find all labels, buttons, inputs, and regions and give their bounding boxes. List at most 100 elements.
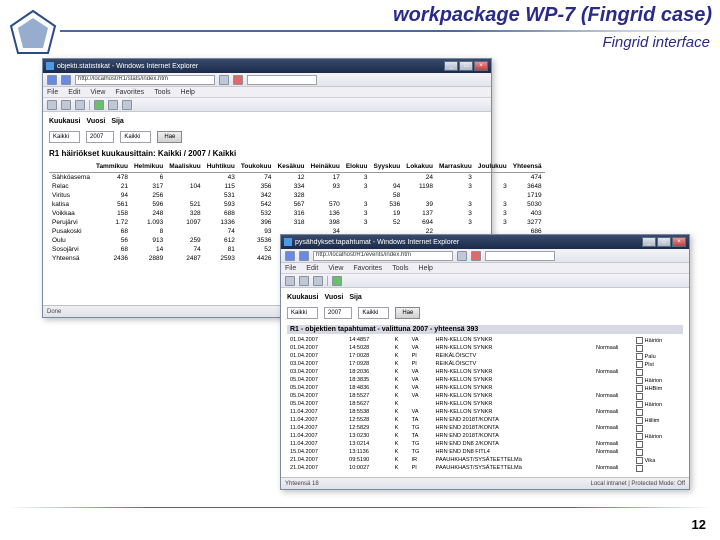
browser-window-2: pysähdykset.tapahtumat - Windows Interne… bbox=[280, 234, 690, 490]
address-input[interactable]: http://localhost/R1/events/index.htm bbox=[313, 251, 453, 261]
back-icon[interactable] bbox=[285, 251, 295, 261]
checkbox-icon[interactable] bbox=[636, 377, 643, 384]
checkbox-icon[interactable] bbox=[636, 441, 643, 448]
close-button[interactable]: × bbox=[474, 61, 488, 71]
event-row: 21.04.200710:0027KPIPAAUHKHAST/SYSÄTEETT… bbox=[287, 464, 683, 472]
checkbox-icon[interactable] bbox=[636, 449, 643, 456]
search-button[interactable]: Hae bbox=[157, 131, 182, 143]
search-button[interactable]: Hae bbox=[395, 307, 420, 319]
print-icon[interactable] bbox=[313, 276, 323, 286]
cell: 8 bbox=[131, 227, 166, 236]
menu-view[interactable]: View bbox=[328, 265, 343, 272]
cell: Sosojärvi bbox=[49, 245, 93, 254]
report-title: R1 häiriökset kuukausittain: Kaikki / 20… bbox=[49, 149, 485, 158]
maximize-button[interactable]: □ bbox=[657, 237, 671, 247]
cell: 248 bbox=[131, 209, 166, 218]
search-input[interactable] bbox=[485, 251, 555, 261]
menu-favorites[interactable]: Favorites bbox=[115, 89, 144, 96]
cell: 52 bbox=[238, 245, 275, 254]
forward-icon[interactable] bbox=[61, 75, 71, 85]
menu-help[interactable]: Help bbox=[181, 89, 195, 96]
tools-icon[interactable] bbox=[122, 100, 132, 110]
minimize-button[interactable]: _ bbox=[642, 237, 656, 247]
menu-file[interactable]: File bbox=[285, 265, 296, 272]
loc-select[interactable]: Kaikki bbox=[358, 307, 389, 319]
stop-icon[interactable] bbox=[233, 75, 243, 85]
menu-help[interactable]: Help bbox=[419, 265, 433, 272]
checkbox-icon[interactable] bbox=[636, 385, 643, 392]
checkbox-icon[interactable] bbox=[636, 361, 643, 368]
checkbox-icon[interactable] bbox=[636, 465, 643, 472]
menu-tools[interactable]: Tools bbox=[154, 89, 170, 96]
menu-view[interactable]: View bbox=[90, 89, 105, 96]
checkbox-icon[interactable] bbox=[636, 337, 643, 344]
home-icon[interactable] bbox=[285, 276, 295, 286]
cell: 3 bbox=[475, 200, 510, 209]
checkbox-icon[interactable] bbox=[636, 369, 643, 376]
menu-favorites[interactable]: Favorites bbox=[353, 265, 382, 272]
year-select[interactable]: 2007 bbox=[86, 131, 114, 143]
page-content: Kuukausi Vuosi Sija Kaikki 2007 Kaikki H… bbox=[281, 288, 689, 478]
menu-edit[interactable]: Edit bbox=[306, 265, 318, 272]
col-header: Heinäkuu bbox=[308, 161, 343, 173]
menu-edit[interactable]: Edit bbox=[68, 89, 80, 96]
checkbox-icon[interactable] bbox=[636, 345, 643, 352]
menu-tools[interactable]: Tools bbox=[392, 265, 408, 272]
cell: 596 bbox=[131, 200, 166, 209]
search-input[interactable] bbox=[247, 75, 317, 85]
checkbox-icon[interactable] bbox=[636, 353, 643, 360]
nav-toolbar: http://localhost/R1/events/index.htm bbox=[281, 249, 689, 263]
cell: 688 bbox=[204, 209, 238, 218]
fav-icon[interactable] bbox=[94, 100, 104, 110]
cell: 74 bbox=[166, 245, 203, 254]
cell: 3 bbox=[436, 209, 475, 218]
cell bbox=[166, 227, 203, 236]
checkbox-icon[interactable] bbox=[636, 457, 643, 464]
checkbox-icon[interactable] bbox=[636, 401, 643, 408]
refresh-icon[interactable] bbox=[219, 75, 229, 85]
statusbar: Yhteensä 18 Local intranet | Protected M… bbox=[281, 477, 689, 489]
cell: 612 bbox=[204, 236, 238, 245]
cell: 403 bbox=[510, 209, 545, 218]
checkbox-icon[interactable] bbox=[636, 393, 643, 400]
page-icon[interactable] bbox=[108, 100, 118, 110]
close-button[interactable]: × bbox=[672, 237, 686, 247]
fav-icon[interactable] bbox=[332, 276, 342, 286]
back-icon[interactable] bbox=[47, 75, 57, 85]
checkbox-icon[interactable] bbox=[636, 433, 643, 440]
cell: 318 bbox=[274, 218, 307, 227]
cell: 43 bbox=[204, 173, 238, 183]
event-table: 01.04.200714:4857KVAHRN-KELLON SYNKR Häi… bbox=[287, 336, 683, 472]
checkbox-icon[interactable] bbox=[636, 409, 643, 416]
year-select[interactable]: 2007 bbox=[324, 307, 352, 319]
home-icon[interactable] bbox=[47, 100, 57, 110]
checkbox-icon[interactable] bbox=[636, 417, 643, 424]
event-row: 03.04.200717:0928KPIREIKÄLÖISCTV Plst bbox=[287, 360, 683, 368]
cell: 3 bbox=[343, 209, 371, 218]
cell: 104 bbox=[166, 182, 203, 191]
slide-logo bbox=[8, 8, 58, 63]
forward-icon[interactable] bbox=[299, 251, 309, 261]
table-row: Voikkaa15824832868853231613631913733403 bbox=[49, 209, 545, 218]
menu-file[interactable]: File bbox=[47, 89, 58, 96]
event-row: 15.04.200713:1136KTGHRN END DN8 FITL4Nor… bbox=[287, 448, 683, 456]
cell: 3 bbox=[475, 218, 510, 227]
titlebar[interactable]: objekti.statistiikat - Windows Internet … bbox=[43, 59, 491, 73]
minimize-button[interactable]: _ bbox=[444, 61, 458, 71]
table-row: katisa561596521593542567570353639335030 bbox=[49, 200, 545, 209]
cell: katisa bbox=[49, 200, 93, 209]
feeds-icon[interactable] bbox=[299, 276, 309, 286]
loc-select[interactable]: Kaikki bbox=[120, 131, 151, 143]
address-input[interactable]: http://localhost/R1/stats/index.htm bbox=[75, 75, 215, 85]
cell bbox=[343, 191, 371, 200]
stop-icon[interactable] bbox=[471, 251, 481, 261]
checkbox-icon[interactable] bbox=[636, 425, 643, 432]
month-select[interactable]: Kaikki bbox=[287, 307, 318, 319]
refresh-icon[interactable] bbox=[457, 251, 467, 261]
cell: 6 bbox=[131, 173, 166, 183]
print-icon[interactable] bbox=[75, 100, 85, 110]
titlebar[interactable]: pysähdykset.tapahtumat - Windows Interne… bbox=[281, 235, 689, 249]
maximize-button[interactable]: □ bbox=[459, 61, 473, 71]
feeds-icon[interactable] bbox=[61, 100, 71, 110]
month-select[interactable]: Kaikki bbox=[49, 131, 80, 143]
